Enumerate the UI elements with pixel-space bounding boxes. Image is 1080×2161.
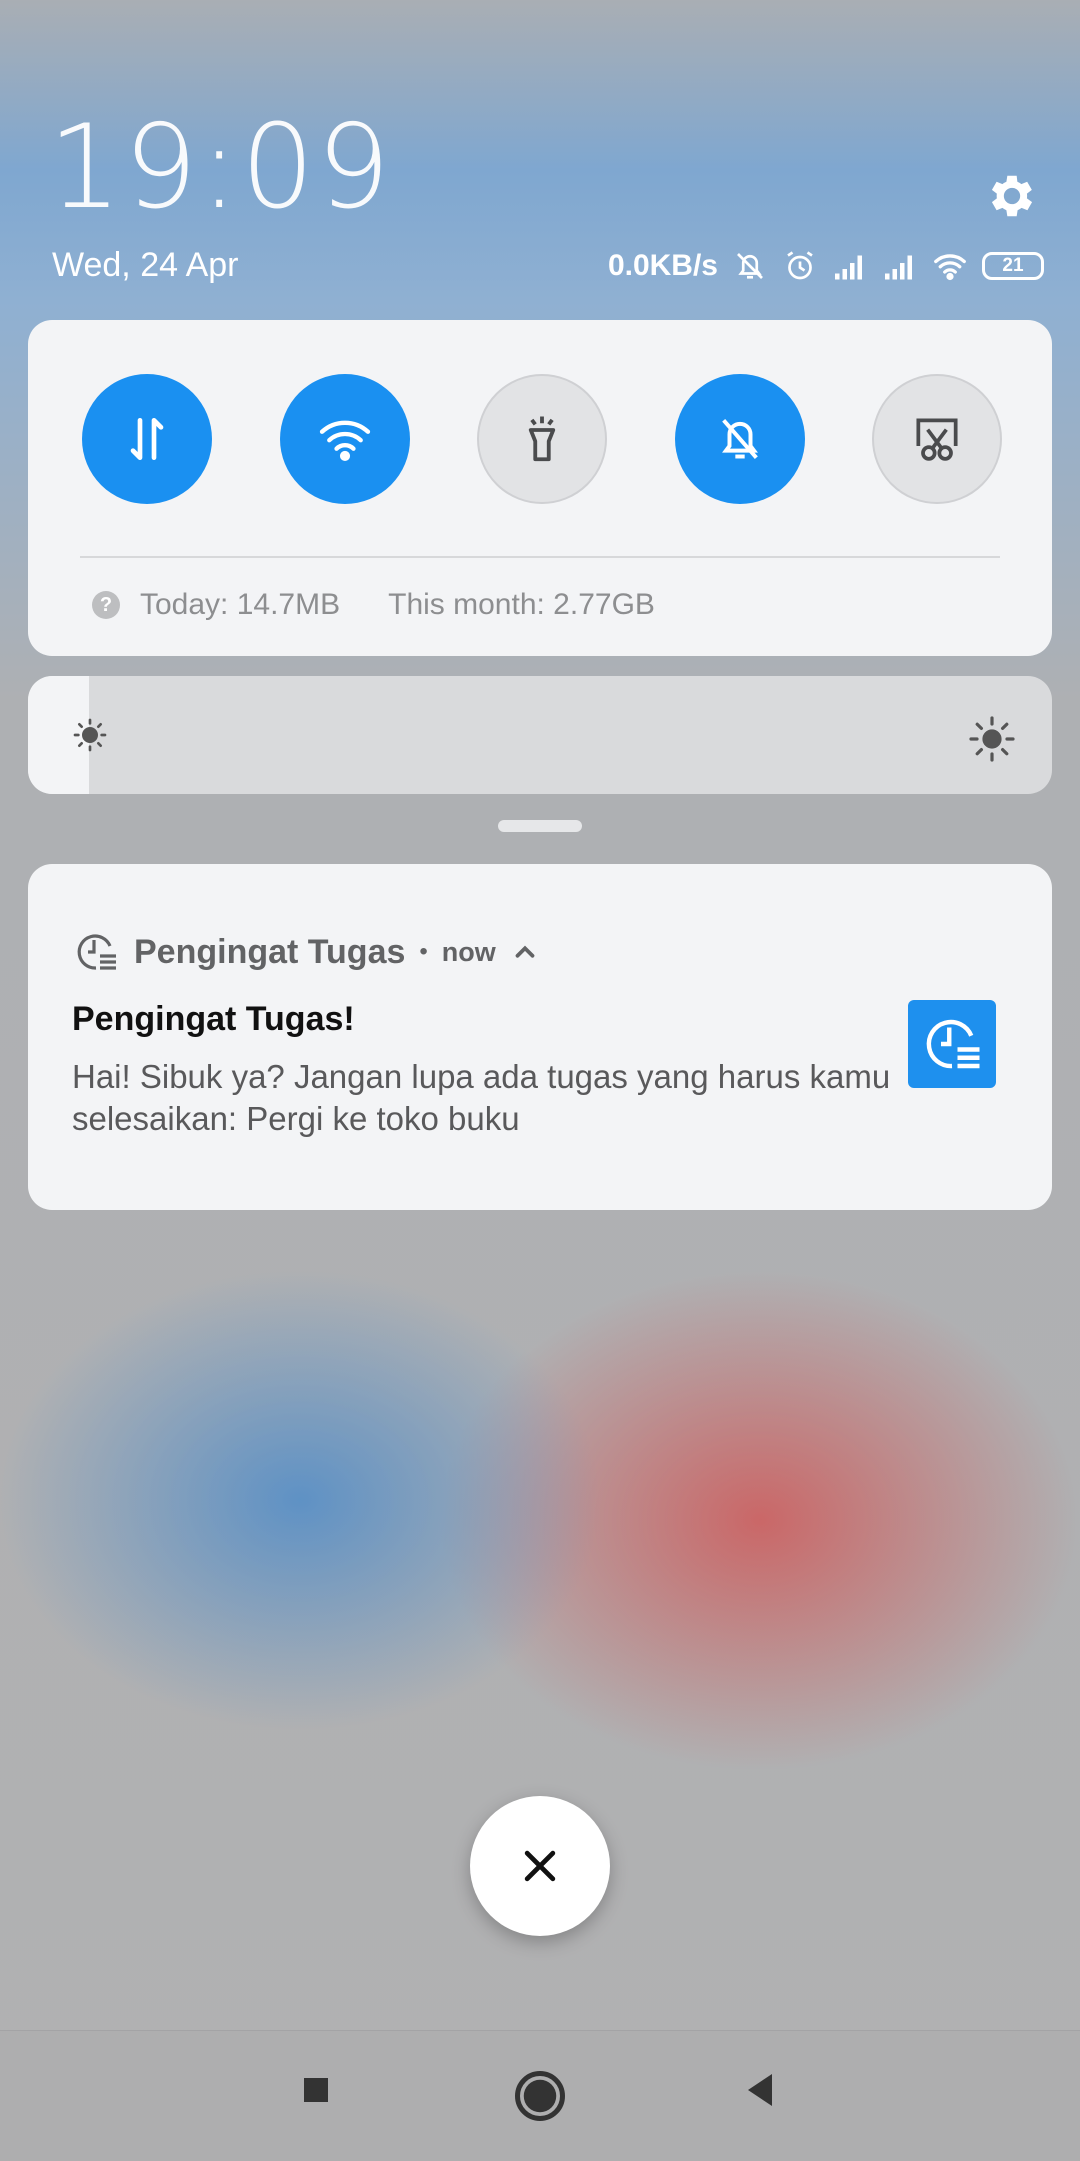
task-reminder-app-icon (926, 1019, 980, 1069)
divider (80, 556, 1000, 558)
silent-toggle[interactable] (674, 374, 805, 504)
scissors-screen-icon (916, 418, 958, 461)
alarm-icon (787, 251, 813, 280)
notification-app-name: Pengingat Tugas (134, 932, 406, 971)
signal-icon (835, 255, 862, 280)
recents-icon[interactable] (292, 2066, 340, 2114)
battery-icon: 21 (982, 252, 1044, 280)
wifi-icon (319, 420, 370, 461)
data-usage[interactable]: ? Today: 14.7MB This month: 2.77GB (92, 588, 655, 622)
quick-settings-panel: ? Today: 14.7MB This month: 2.77GB (28, 320, 1052, 656)
close-icon (524, 1850, 556, 1882)
wifi-icon (934, 254, 966, 281)
separator: • (419, 938, 428, 965)
back-icon[interactable] (736, 2066, 784, 2114)
drag-handle[interactable] (498, 820, 582, 832)
notification-title: Pengingat Tugas! (72, 1000, 355, 1038)
task-reminder-app-icon (77, 934, 116, 970)
notification-card[interactable]: Pengingat Tugas • now Pengingat Tugas! H… (28, 864, 1052, 1210)
mute-bell-icon (737, 253, 763, 279)
clock: 19:09 (48, 100, 393, 235)
mute-bell-icon (721, 419, 758, 459)
chevron-up-icon[interactable] (510, 937, 540, 967)
battery-level: 21 (1002, 255, 1024, 276)
help-icon: ? (92, 591, 120, 619)
clear-notifications-button[interactable] (470, 1796, 610, 1936)
notification-body: Hai! Sibuk ya? Jangan lupa ada tugas yan… (72, 1058, 891, 1137)
usage-today: Today: 14.7MB (140, 588, 341, 621)
navigation-bar (0, 2030, 1080, 2161)
flashlight-toggle[interactable] (477, 374, 607, 504)
notification-header: Pengingat Tugas • now (72, 928, 540, 976)
network-speed: 0.0KB/s (607, 249, 718, 282)
usage-month: This month: 2.77GB (388, 588, 655, 621)
wifi-toggle[interactable] (279, 374, 410, 504)
brightness-high-icon (969, 716, 1015, 762)
brightness-low-icon (73, 718, 107, 752)
flashlight-icon (528, 416, 556, 462)
screenshot-toggle[interactable] (872, 374, 1002, 504)
notification-time: now (441, 936, 496, 967)
home-icon[interactable] (510, 2066, 570, 2126)
signal-icon (885, 255, 912, 280)
data-arrows-icon (130, 418, 164, 460)
brightness-slider[interactable] (28, 676, 1052, 794)
notification-large-icon (908, 1000, 996, 1088)
status-bar: 0.0KB/s 21 (608, 246, 1044, 286)
date: Wed, 24 Apr (52, 246, 239, 284)
mobile-data-toggle[interactable] (82, 374, 212, 504)
settings-gear-icon[interactable] (984, 168, 1040, 224)
